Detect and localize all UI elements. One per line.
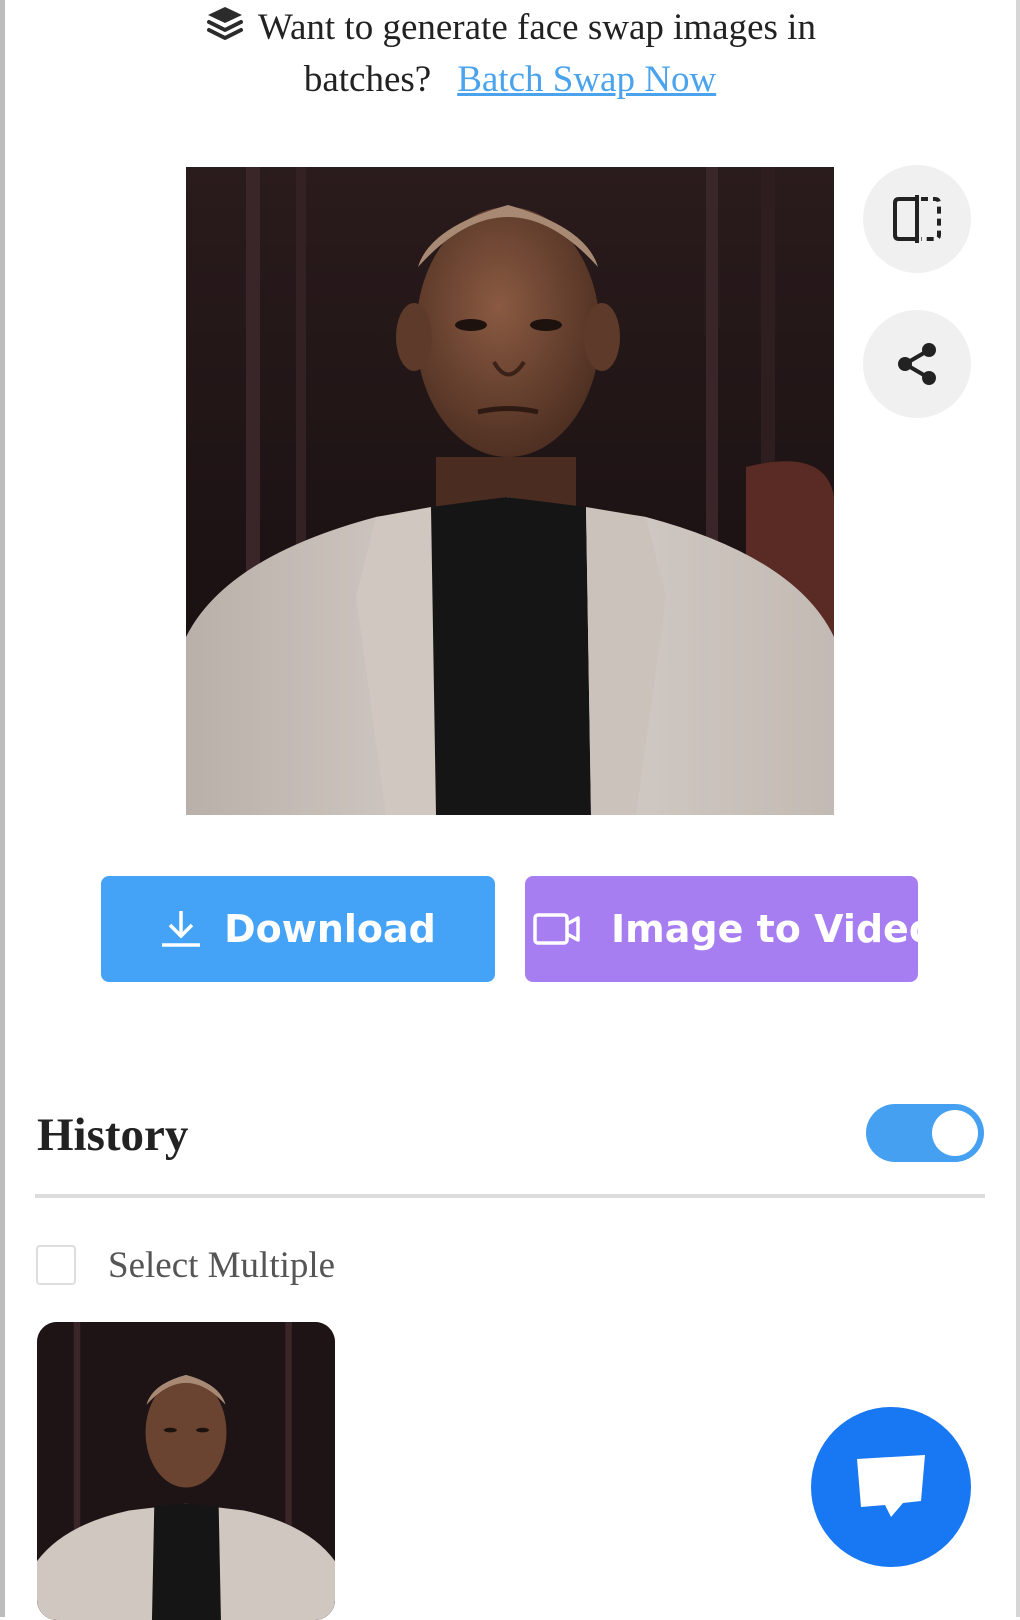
download-icon (162, 911, 201, 947)
batch-swap-link[interactable]: Batch Swap Now (457, 59, 716, 100)
history-title: History (37, 1109, 189, 1161)
image-to-video-button[interactable]: Image to Video (525, 876, 918, 982)
download-label: Download (224, 907, 436, 951)
share-icon (898, 343, 936, 385)
toggle-knob (932, 1110, 978, 1156)
chat-icon (857, 1455, 925, 1517)
share-button[interactable] (863, 310, 971, 418)
history-toggle[interactable] (866, 1104, 984, 1162)
select-multiple-label[interactable]: Select Multiple (108, 1244, 335, 1288)
result-image (186, 167, 834, 815)
history-divider (35, 1194, 985, 1198)
history-thumbnail[interactable] (37, 1322, 335, 1620)
compare-icon (893, 195, 941, 243)
compare-button[interactable] (863, 165, 971, 273)
chat-button[interactable] (811, 1407, 971, 1567)
batch-banner-text: Want to generate face swap images in (258, 7, 816, 48)
layers-icon (207, 7, 244, 40)
download-button[interactable]: Download (101, 876, 495, 982)
batch-banner-text-2: batches? (303, 59, 432, 100)
image-to-video-label: Image to Video (611, 907, 918, 951)
select-multiple-checkbox[interactable] (36, 1245, 76, 1285)
result-portrait (186, 167, 834, 815)
frame-border-right (1016, 0, 1020, 1617)
batch-banner: Want to generate face swap images in (0, 4, 1020, 50)
frame-border-left (0, 0, 5, 1617)
video-camera-icon (533, 913, 580, 945)
history-thumbnail-image (37, 1322, 335, 1620)
batch-banner-line2: batches? Batch Swap Now (0, 58, 1020, 102)
